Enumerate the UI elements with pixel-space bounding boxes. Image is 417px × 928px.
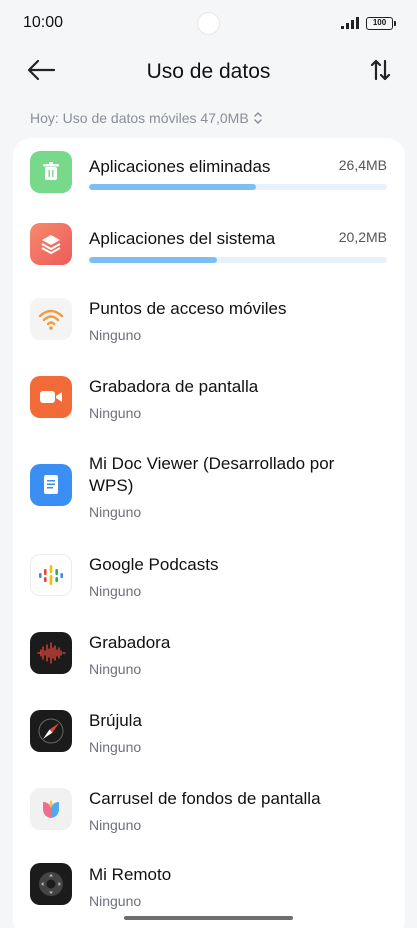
compass-icon [30,710,72,752]
status-bar: 10:00 100 [0,0,417,48]
app-size: 26,4MB [338,157,387,173]
app-name: Carrusel de fondos de pantalla [89,789,321,808]
battery-level: 100 [372,18,387,27]
app-name: Google Podcasts [89,555,219,574]
page-title: Uso de datos [146,60,271,83]
list-item[interactable]: Brújula Ninguno [13,696,405,774]
app-name: Grabadora [89,633,171,652]
hotspot-icon [30,298,72,340]
app-size: 20,2MB [338,229,387,245]
signal-icon [341,17,359,29]
app-name: Aplicaciones del sistema [89,229,276,248]
app-name: Brújula [89,711,142,730]
trash-icon [30,151,72,193]
document-icon [30,464,72,506]
app-name: Puntos de acceso móviles [89,299,287,318]
app-usage-text: Ninguno [89,661,142,677]
video-icon [30,376,72,418]
podcasts-icon [30,554,72,596]
camera-cutout [197,12,220,35]
sort-icon[interactable] [370,58,392,82]
app-name: Aplicaciones eliminadas [89,157,271,176]
wallpaper-icon [30,788,72,830]
app-name-line2: WPS) [89,476,134,495]
app-name: Mi Doc Viewer (Desarrollado por WPS) [89,453,334,497]
list-item[interactable]: Mi Doc Viewer (Desarrollado por WPS) Nin… [13,440,405,540]
waveform-icon [30,632,72,674]
app-usage-list: Aplicaciones eliminadas 26,4MB Aplicacio… [13,138,405,928]
usage-bar [89,257,387,263]
remote-icon [30,863,72,905]
app-usage-text: Ninguno [89,583,142,599]
app-usage-text: Ninguno [89,893,142,909]
app-usage-text: Ninguno [89,739,142,755]
list-item[interactable]: Aplicaciones eliminadas 26,4MB [13,138,405,212]
list-item[interactable]: Grabadora Ninguno [13,618,405,696]
battery-icon: 100 [366,17,396,30]
app-usage-text: Ninguno [89,327,142,343]
app-usage-text: Ninguno [89,405,142,421]
chevron-updown-icon [253,112,262,124]
usage-bar-fill [89,257,218,263]
list-item[interactable]: Grabadora de pantalla Ninguno [13,362,405,440]
status-time: 10:00 [23,14,64,31]
usage-bar [89,184,387,190]
list-item[interactable]: Puntos de acceso móviles Ninguno [13,284,405,362]
list-item[interactable]: Aplicaciones del sistema 20,2MB [13,212,405,284]
app-usage-text: Ninguno [89,817,142,833]
layers-icon [30,223,72,265]
app-name: Grabadora de pantalla [89,377,259,396]
usage-summary-text: Hoy: Uso de datos móviles 47,0MB [30,110,249,126]
app-usage-text: Ninguno [89,504,142,520]
usage-summary-dropdown[interactable]: Hoy: Uso de datos móviles 47,0MB [30,110,263,126]
list-item[interactable]: Carrusel de fondos de pantalla Ninguno [13,774,405,852]
app-name-line1: Mi Doc Viewer (Desarrollado por [89,454,335,473]
app-name: Mi Remoto [89,865,172,884]
home-indicator[interactable] [124,916,293,920]
header: Uso de datos [0,48,417,98]
usage-bar-fill [89,184,256,190]
list-item[interactable]: Google Podcasts Ninguno [13,540,405,618]
